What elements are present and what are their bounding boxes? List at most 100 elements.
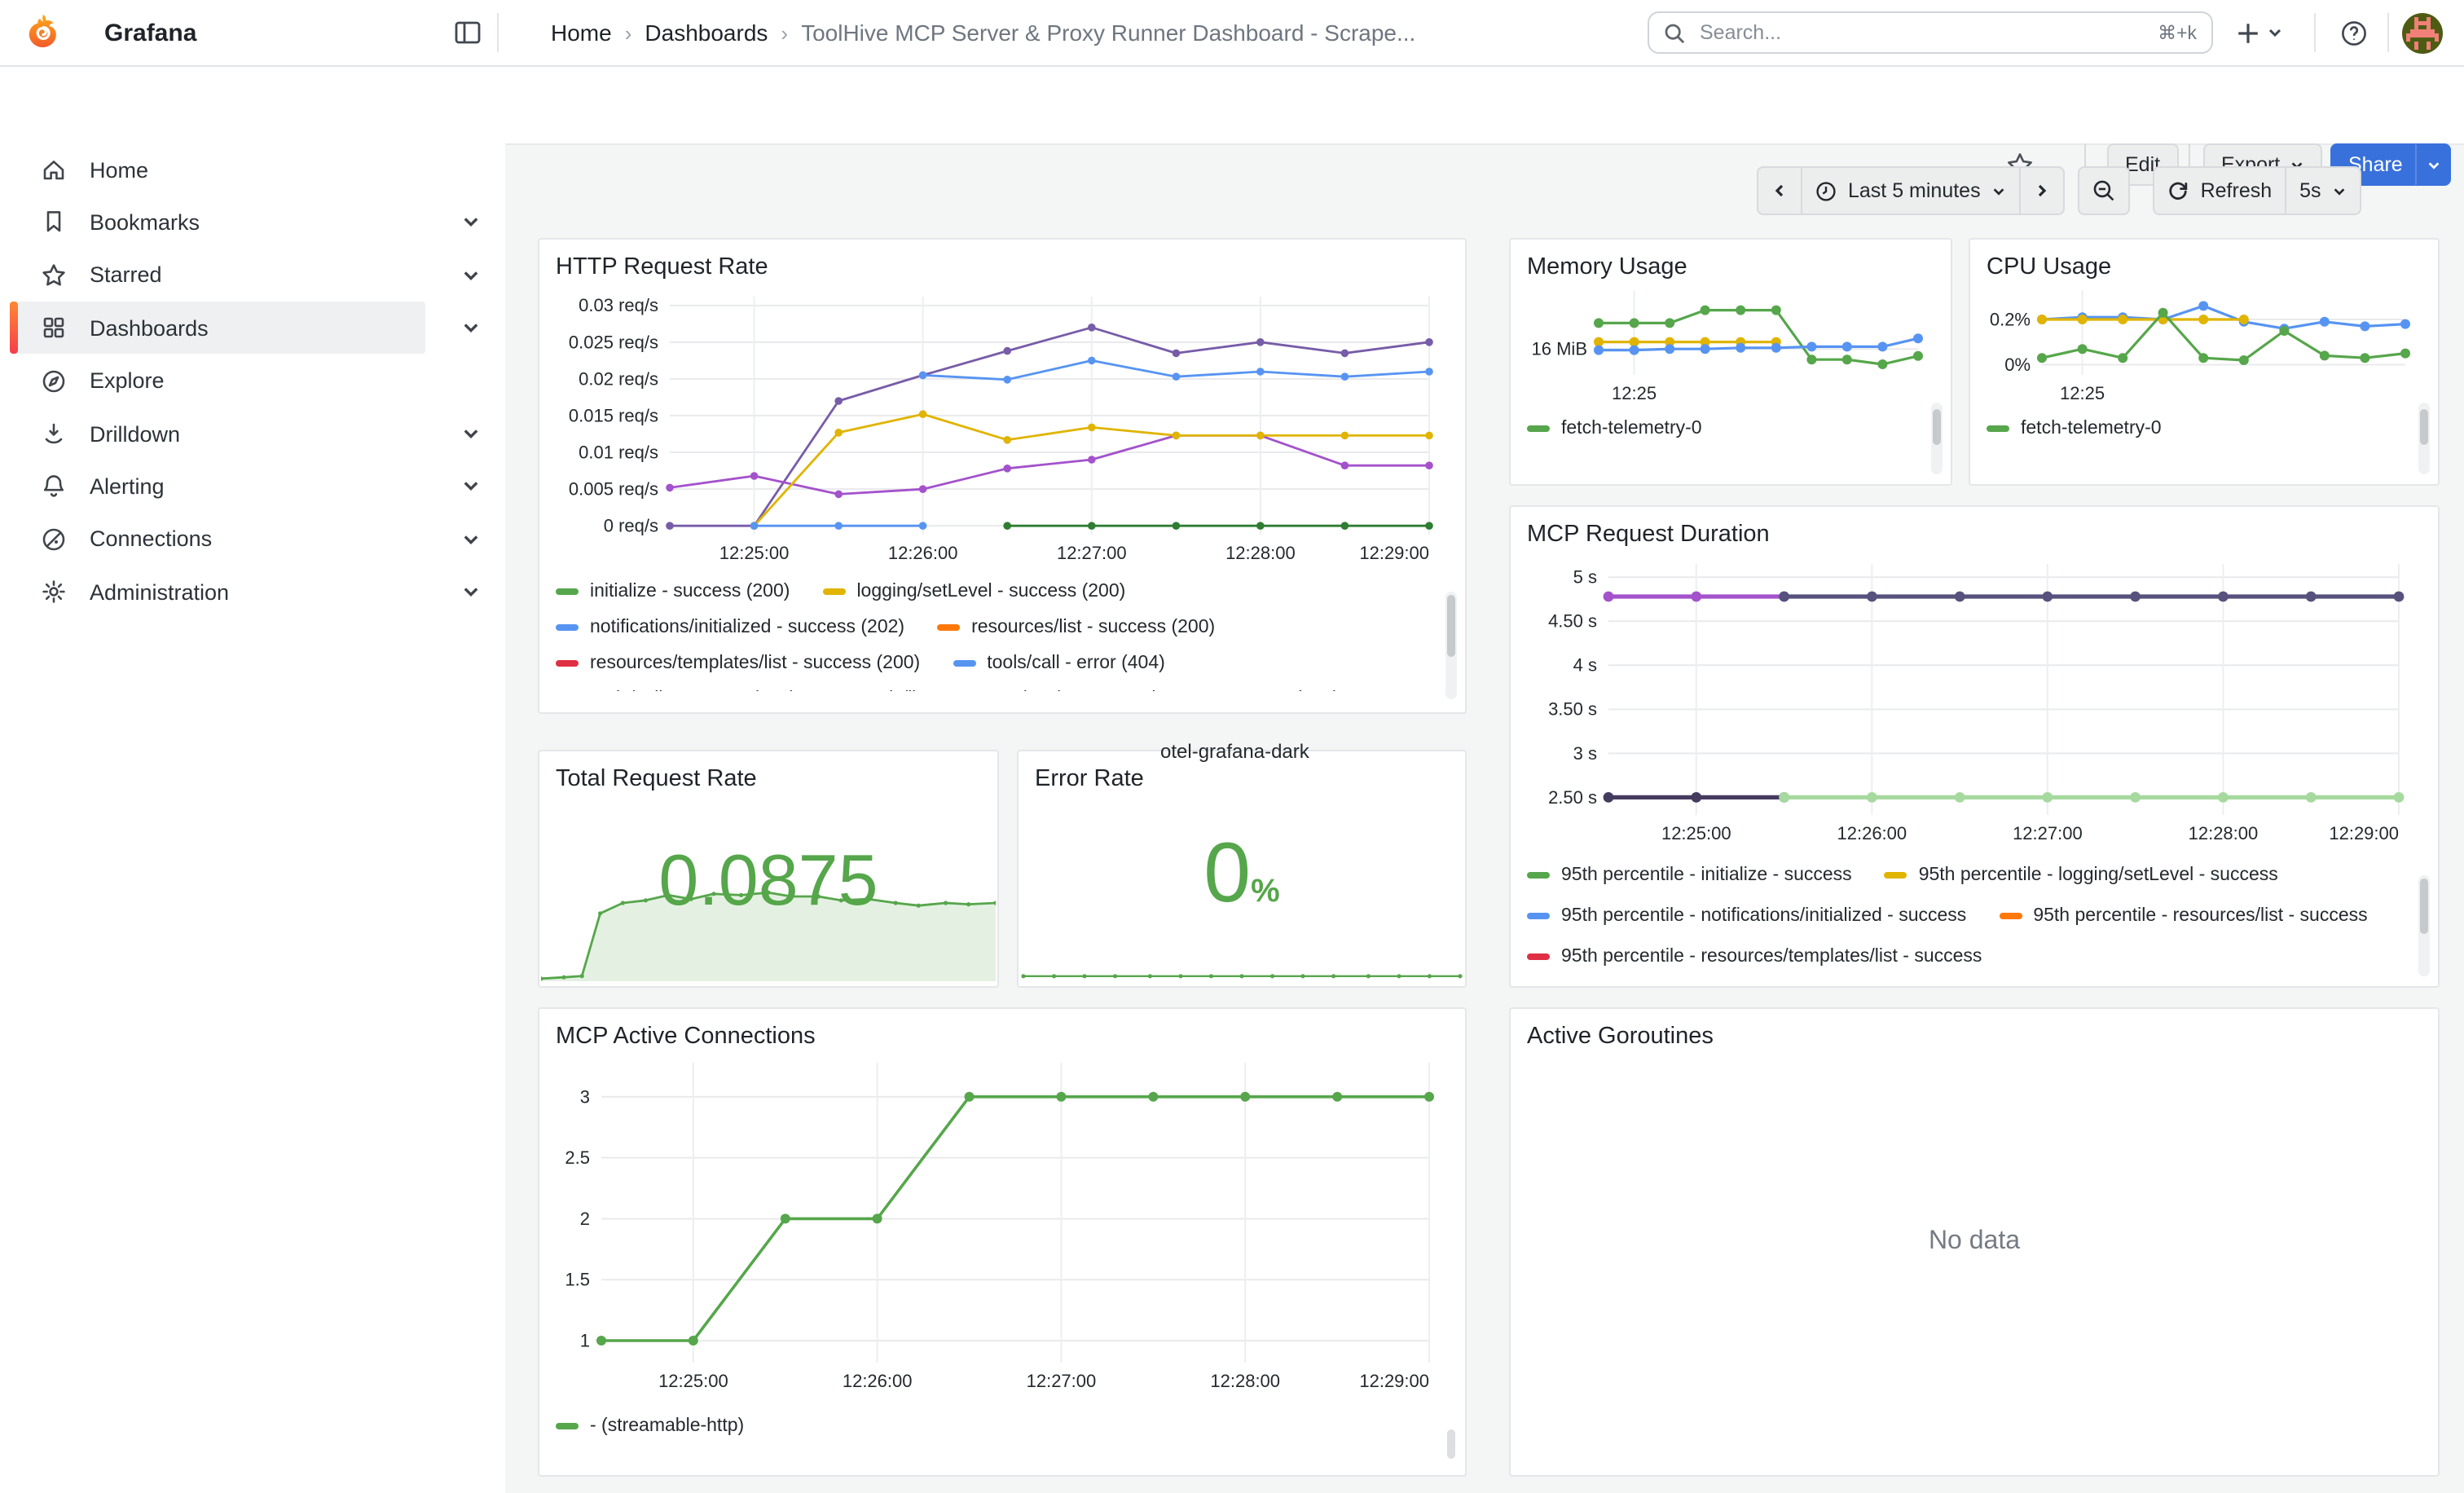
chevron-down-icon xyxy=(461,477,481,496)
sidebar-item-label: Explore xyxy=(90,355,165,407)
mcp-request-duration-chart[interactable]: 2.50 s3 s3.50 s4 s4.50 s5 s12:25:0012:26… xyxy=(1524,551,2425,854)
home-icon xyxy=(41,156,67,183)
svg-text:12:26:00: 12:26:00 xyxy=(888,543,958,563)
sidebar-item-bookmarks[interactable]: Bookmarks xyxy=(0,196,505,249)
legend-item[interactable]: logging/setLevel - success (200) xyxy=(822,580,1125,601)
active-highlight xyxy=(18,407,425,460)
time-forward-button[interactable] xyxy=(2020,166,2066,215)
search-input[interactable] xyxy=(1696,20,2146,46)
zoom-out-button[interactable] xyxy=(2079,166,2131,215)
total-request-rate-sparkline[interactable] xyxy=(541,844,996,984)
svg-text:0.03 req/s: 0.03 req/s xyxy=(579,295,658,315)
memory-legend: fetch-telemetry-0 xyxy=(1511,404,1951,440)
refresh-interval-picker[interactable]: 5s xyxy=(2285,166,2361,215)
legend-scrollbar[interactable] xyxy=(1447,595,1455,657)
divider xyxy=(2387,13,2389,52)
svg-text:12:27:00: 12:27:00 xyxy=(1057,543,1127,563)
duration-legend: 95th percentile - initialize - success 95… xyxy=(1511,854,2438,971)
svg-text:3: 3 xyxy=(580,1086,590,1107)
sidebar-item-drilldown[interactable]: Drilldown xyxy=(0,407,505,460)
dock-sidebar-icon[interactable] xyxy=(453,18,482,47)
help-button[interactable] xyxy=(2340,0,2368,65)
panel-title[interactable]: MCP Request Duration xyxy=(1511,507,2438,551)
sidebar-item-explore[interactable]: Explore xyxy=(0,355,505,407)
user-avatar[interactable] xyxy=(2402,13,2443,54)
legend-item[interactable]: fetch-telemetry-0 xyxy=(1987,417,2162,438)
search-shortcut: ⌘+k xyxy=(2158,21,2197,44)
panel-cpu-usage: CPU Usage 0.2%0%12:25 fetch-telemetry-0 xyxy=(1969,238,2440,486)
cpu-usage-chart[interactable]: 0.2%0%12:25 xyxy=(1983,284,2425,404)
sidebar-item-dashboards[interactable]: Dashboards xyxy=(0,302,505,354)
legend-item[interactable]: tools/list - success (200) xyxy=(829,688,1064,691)
svg-text:12:25: 12:25 xyxy=(1612,383,1657,403)
legend-item[interactable]: tools/call - success (200) xyxy=(556,688,796,691)
svg-text:0.005 req/s: 0.005 req/s xyxy=(569,479,658,500)
legend-item[interactable]: resources/templates/list - success (200) xyxy=(556,652,920,673)
divider xyxy=(497,13,499,52)
panel-title[interactable]: Memory Usage xyxy=(1511,240,1951,284)
legend-scrollbar[interactable] xyxy=(1933,409,1941,445)
time-back-button[interactable] xyxy=(1757,166,1802,215)
breadcrumb-separator: › xyxy=(625,20,632,45)
chevron-down-icon xyxy=(461,213,481,232)
sidebar-item-starred[interactable]: Starred xyxy=(0,249,505,302)
breadcrumb-item[interactable]: Home xyxy=(551,20,612,46)
new-menu[interactable] xyxy=(2236,0,2283,65)
svg-text:12:29:00: 12:29:00 xyxy=(1359,543,1429,563)
sidebar-item-label: Drilldown xyxy=(90,407,180,460)
svg-text:3.50 s: 3.50 s xyxy=(1548,699,1597,720)
bookmark-icon xyxy=(41,209,67,236)
time-range-picker[interactable]: Last 5 minutes xyxy=(1801,166,2022,215)
legend-item[interactable]: - (streamable-http) xyxy=(556,1415,744,1436)
legend-item[interactable]: unknown - success (200) xyxy=(1097,688,1340,691)
svg-text:12:25:00: 12:25:00 xyxy=(658,1371,728,1391)
refresh-button[interactable]: Refresh xyxy=(2154,166,2287,215)
legend-scrollbar[interactable] xyxy=(2420,409,2428,445)
svg-text:1.5: 1.5 xyxy=(565,1270,590,1290)
http-request-rate-chart[interactable]: 0 req/s0.005 req/s0.01 req/s0.015 req/s0… xyxy=(552,284,1452,570)
grafana-logo-icon[interactable] xyxy=(24,13,62,51)
legend-scrollbar[interactable] xyxy=(2420,879,2428,934)
cpu-legend: fetch-telemetry-0 xyxy=(1970,404,2438,440)
sidebar-item-alerting[interactable]: Alerting xyxy=(0,460,505,513)
search-box[interactable]: ⌘+k xyxy=(1648,11,2213,54)
active-indicator xyxy=(10,302,18,354)
panel-mcp-request-duration: MCP Request Duration 2.50 s3 s3.50 s4 s4… xyxy=(1509,505,2440,988)
chevron-down-icon xyxy=(461,582,481,601)
apps-icon xyxy=(41,315,67,341)
mcp-active-connections-chart[interactable]: 11.522.5312:25:0012:26:0012:27:0012:28:0… xyxy=(552,1053,1452,1402)
legend-scrollbar[interactable] xyxy=(1447,1429,1455,1459)
sidebar-item-label: Dashboards xyxy=(90,302,209,354)
legend-item[interactable]: 95th percentile - logging/setLevel - suc… xyxy=(1885,864,2278,885)
chevron-down-icon xyxy=(461,424,481,443)
legend-item[interactable]: 95th percentile - notifications/initiali… xyxy=(1527,905,1966,926)
legend-item[interactable]: 95th percentile - initialize - success xyxy=(1527,864,1852,885)
floating-label: otel-grafana-dark xyxy=(1160,740,1309,763)
sidebar-item-label: Alerting xyxy=(90,460,165,513)
active-highlight xyxy=(18,460,425,513)
sidebar-item-label: Starred xyxy=(90,249,162,302)
sidebar-item-home[interactable]: Home xyxy=(0,143,505,196)
panel-title[interactable]: HTTP Request Rate xyxy=(539,240,1465,284)
sidebar-item-administration[interactable]: Administration xyxy=(0,566,505,618)
svg-text:12:25:00: 12:25:00 xyxy=(719,543,790,563)
panel-title[interactable]: Total Request Rate xyxy=(539,751,997,795)
svg-text:2.5: 2.5 xyxy=(565,1147,590,1168)
legend-item[interactable]: resources/list - success (200) xyxy=(937,616,1215,637)
clock-icon xyxy=(1815,180,1837,201)
panel-title[interactable]: MCP Active Connections xyxy=(539,1009,1465,1053)
legend-item[interactable]: 95th percentile - resources/list - succe… xyxy=(1999,905,2367,926)
panel-title[interactable]: CPU Usage xyxy=(1970,240,2438,284)
legend-item[interactable]: notifications/initialized - success (202… xyxy=(556,616,904,637)
share-menu-button[interactable] xyxy=(2415,143,2451,186)
legend-item[interactable]: initialize - success (200) xyxy=(556,580,790,601)
legend-item[interactable]: tools/call - error (404) xyxy=(953,652,1165,673)
svg-text:0.025 req/s: 0.025 req/s xyxy=(569,332,658,352)
legend-item[interactable]: fetch-telemetry-0 xyxy=(1527,417,1702,438)
svg-text:4 s: 4 s xyxy=(1573,655,1597,676)
memory-usage-chart[interactable]: 16 MiB12:25 xyxy=(1524,284,1938,404)
sidebar-item-connections[interactable]: Connections xyxy=(0,513,505,566)
legend-item[interactable]: 95th percentile - resources/templates/li… xyxy=(1527,945,1982,967)
error-rate-sparkline[interactable] xyxy=(1020,906,1463,984)
breadcrumb-item[interactable]: Dashboards xyxy=(645,20,768,46)
